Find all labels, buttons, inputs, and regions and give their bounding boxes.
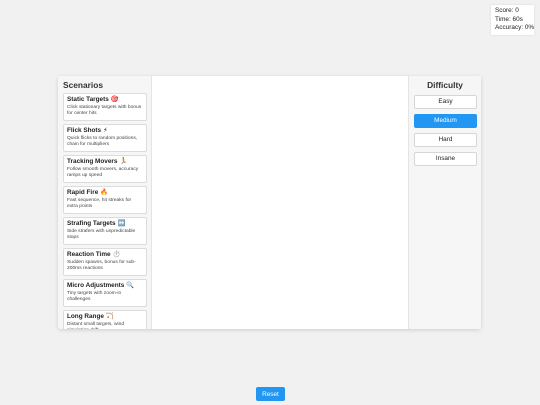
- difficulty-hard-button[interactable]: Hard: [414, 133, 477, 147]
- scenario-card[interactable]: Flick Shots ⚡ Quick flicks to random posit…: [63, 124, 147, 152]
- scenario-card[interactable]: Strafing Targets ↔️ Side strafers with unp…: [63, 217, 147, 245]
- stopwatch-icon: ⏱️: [112, 251, 121, 258]
- scenario-description: Sudden spawns, bonus for sub-200ms react…: [67, 260, 136, 271]
- scenario-description: Fast sequence, hit streaks for extra poi…: [67, 198, 132, 209]
- scenario-title: Micro Adjustments 🔍: [67, 282, 143, 290]
- scenario-card[interactable]: Tracking Movers 🏃 Follow smooth movers, ac…: [63, 155, 147, 183]
- scenario-description: Distant small targets, wind simulation d…: [67, 322, 125, 329]
- magnifier-icon: 🔍: [126, 282, 135, 289]
- scenario-sidebar: Scenarios Static Targets 🎯 Click stationar…: [58, 76, 152, 329]
- scenario-label: Static Targets: [67, 96, 109, 103]
- fire-icon: 🔥: [100, 189, 109, 196]
- lightning-icon: ⚡: [103, 127, 108, 134]
- scenario-title: Tracking Movers 🏃: [67, 158, 143, 166]
- scenario-label: Long Range: [67, 313, 104, 320]
- scenario-description: Quick flicks to random positions, chain …: [67, 136, 138, 147]
- scenario-card[interactable]: Micro Adjustments 🔍 Tiny targets with zoom…: [63, 279, 147, 307]
- scenario-label: Strafing Targets: [67, 220, 116, 227]
- scenario-description: Follow smooth movers, accuracy ramps up …: [67, 167, 139, 178]
- scenario-label: Tracking Movers: [67, 158, 118, 165]
- scenario-title: Reaction Time ⏱️: [67, 251, 143, 259]
- scenario-title: Flick Shots ⚡: [67, 127, 143, 135]
- stats-panel: Score: 0 Time: 60s Accuracy: 0%: [491, 5, 534, 35]
- difficulty-title: Difficulty: [427, 80, 463, 90]
- scenario-title: Long Range 🏹: [67, 313, 143, 321]
- scenario-title: Rapid Fire 🔥: [67, 189, 143, 197]
- reset-button[interactable]: Reset: [256, 387, 285, 401]
- left-right-arrow-icon: ↔️: [117, 220, 126, 227]
- scenario-description: Side strafers with unpredictable stops: [67, 229, 136, 240]
- target-icon: 🎯: [110, 96, 119, 103]
- difficulty-list: Easy Medium Hard Insane: [414, 95, 477, 171]
- time-readout: Time: 60s: [495, 15, 523, 23]
- scenario-title: Strafing Targets ↔️: [67, 220, 143, 228]
- bow-icon: 🏹: [105, 313, 114, 320]
- scenario-title: Static Targets 🎯: [67, 96, 143, 104]
- scenario-card[interactable]: Rapid Fire 🔥 Fast sequence, hit streaks fo…: [63, 186, 147, 214]
- runner-icon: 🏃: [119, 158, 128, 165]
- score-readout: Score: 0: [495, 7, 519, 14]
- scenario-label: Micro Adjustments: [67, 282, 125, 289]
- difficulty-insane-button[interactable]: Insane: [414, 152, 477, 166]
- scenario-label: Reaction Time: [67, 251, 111, 258]
- scenario-description: Tiny targets with zoom-in challenges: [67, 291, 122, 302]
- scenario-card[interactable]: Static Targets 🎯 Click stationary targets …: [63, 93, 147, 121]
- scenario-card[interactable]: Long Range🏹Distant small targets, wind s…: [63, 310, 147, 329]
- scenario-list: Static Targets 🎯 Click stationary targets …: [63, 93, 147, 329]
- scenario-card[interactable]: Reaction Time ⏱️ Sudden spawns, bonus for …: [63, 248, 147, 276]
- difficulty-easy-button[interactable]: Easy: [414, 95, 477, 109]
- sidebar-title: Scenarios: [63, 80, 104, 90]
- scenario-description: Click stationary targets with bonus for …: [67, 105, 142, 116]
- scenario-label: Flick Shots: [67, 127, 102, 134]
- scenario-label: Rapid Fire: [67, 189, 99, 196]
- difficulty-panel: Difficulty Easy Medium Hard Insane: [408, 76, 481, 329]
- accuracy-readout: Accuracy: 0%: [495, 24, 535, 32]
- difficulty-medium-button[interactable]: Medium: [414, 114, 477, 128]
